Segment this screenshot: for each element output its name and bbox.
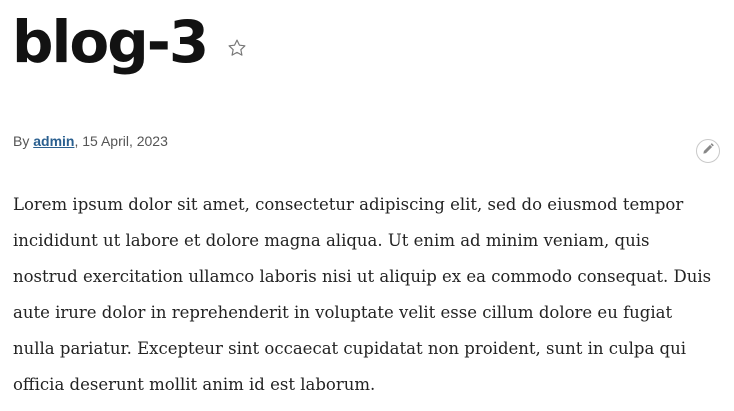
star-icon[interactable]	[227, 38, 247, 58]
edit-button[interactable]	[696, 139, 720, 163]
post-body: Lorem ipsum dolor sit amet, consectetur …	[13, 195, 712, 394]
page: blog-3 By admin, 15 April, 2023 Lorem ip…	[0, 0, 734, 411]
pencil-icon	[701, 142, 715, 161]
author-link[interactable]: admin	[33, 133, 74, 149]
title-row: blog-3	[12, 6, 247, 78]
post-date: 15 April, 2023	[82, 133, 168, 149]
byline-prefix: By	[13, 133, 34, 149]
byline: By admin, 15 April, 2023	[13, 132, 168, 150]
page-title: blog-3	[12, 8, 209, 76]
